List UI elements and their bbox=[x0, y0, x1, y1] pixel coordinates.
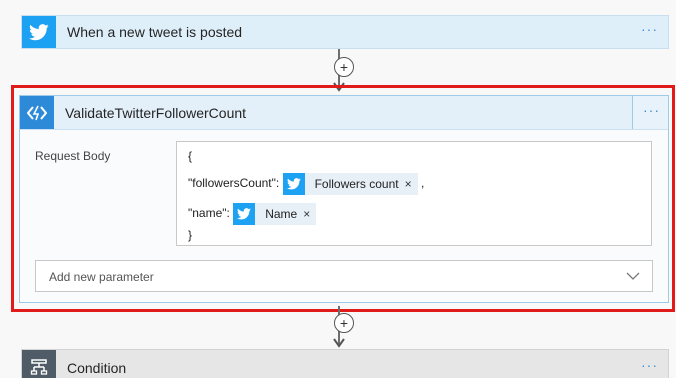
condition-more-options-button[interactable]: ··· bbox=[641, 357, 658, 373]
twitter-bird-icon bbox=[233, 203, 256, 225]
remove-token-button[interactable]: × bbox=[303, 207, 316, 221]
followers-count-token-label: Followers count bbox=[314, 177, 399, 191]
arrow-down-icon bbox=[333, 338, 345, 348]
body-close-brace: } bbox=[188, 228, 193, 242]
trigger-more-options-button[interactable]: ··· bbox=[641, 21, 658, 37]
add-parameter-placeholder: Add new parameter bbox=[49, 270, 154, 284]
twitter-bird-icon bbox=[22, 16, 56, 48]
action-card-header[interactable]: ValidateTwitterFollowerCount ··· bbox=[20, 96, 668, 130]
chevron-down-icon bbox=[626, 272, 640, 280]
twitter-bird-icon bbox=[282, 173, 305, 195]
body-open-brace: { bbox=[188, 149, 193, 163]
trigger-card-twitter[interactable]: When a new tweet is posted ··· bbox=[21, 15, 669, 49]
action-card-validate: ValidateTwitterFollowerCount ··· Request… bbox=[19, 95, 669, 303]
body-line-followers: "followersCount": Followers count × , bbox=[188, 173, 424, 195]
add-step-button[interactable]: + bbox=[334, 57, 354, 77]
plus-icon: + bbox=[339, 315, 349, 331]
body-line-name: "name": Name × bbox=[188, 203, 317, 225]
name-token-label: Name bbox=[265, 207, 298, 221]
body-comma: , bbox=[420, 176, 425, 191]
remove-token-button[interactable]: × bbox=[405, 177, 418, 191]
flow-designer-canvas: When a new tweet is posted ··· + Validat… bbox=[0, 0, 676, 378]
condition-card[interactable]: Condition ··· bbox=[21, 349, 669, 378]
condition-title: Condition bbox=[67, 360, 127, 376]
add-new-parameter-dropdown[interactable]: Add new parameter bbox=[35, 260, 653, 292]
request-body-label: Request Body bbox=[35, 149, 111, 163]
request-body-editor[interactable]: { "followersCount": Followers count × , … bbox=[176, 141, 652, 246]
trigger-title: When a new tweet is posted bbox=[67, 24, 243, 40]
action-more-options-button[interactable]: ··· bbox=[643, 102, 660, 118]
condition-icon bbox=[22, 350, 56, 378]
plus-icon: + bbox=[339, 59, 349, 75]
add-step-button[interactable]: + bbox=[334, 313, 354, 333]
action-title: ValidateTwitterFollowerCount bbox=[65, 105, 247, 121]
function-code-icon bbox=[20, 96, 54, 129]
followers-count-key: "followersCount": bbox=[188, 176, 280, 191]
action-menu-box[interactable]: ··· bbox=[632, 96, 668, 129]
name-key: "name": bbox=[188, 206, 230, 221]
name-token[interactable]: Name × bbox=[233, 203, 317, 225]
followers-count-token[interactable]: Followers count × bbox=[282, 173, 418, 195]
